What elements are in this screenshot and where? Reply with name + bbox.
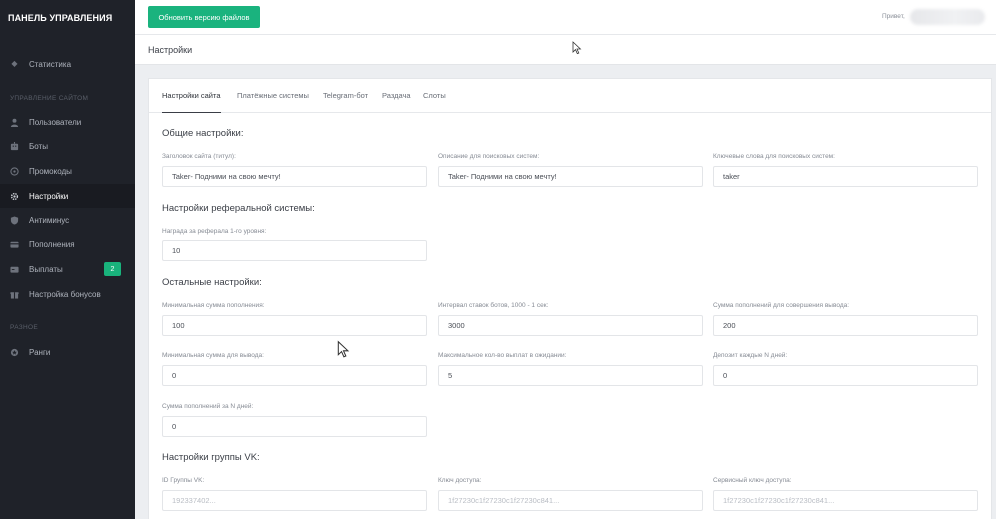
sidebar-item-bonus-settings[interactable]: Настройка бонусов: [0, 282, 135, 306]
settings-icon: [10, 192, 19, 201]
sidebar-item-statistics[interactable]: ◆ Статистика: [0, 52, 135, 76]
sidebar-section-site: УПРАВЛЕНИЕ САЙТОМ: [10, 95, 89, 102]
min-withdraw-input[interactable]: [162, 365, 427, 386]
min-deposit-label: Минимальная сумма пополнения:: [162, 302, 265, 309]
vk-access-key-input[interactable]: [438, 490, 703, 511]
vk-group-id-label: ID Группы VK:: [162, 477, 205, 484]
promo-icon: [10, 166, 19, 176]
vk-service-key-label: Сервисный ключ доступа:: [713, 477, 792, 484]
update-files-button[interactable]: Обновить версию файлов: [148, 6, 260, 28]
sidebar-item-label: Пополнения: [29, 239, 75, 249]
vk-service-key-input[interactable]: [713, 490, 978, 511]
max-pending-input[interactable]: [438, 365, 703, 386]
settings-card: Настройки сайта Платёжные системы Telegr…: [148, 78, 992, 519]
sidebar-item-label: Настройки: [29, 191, 69, 201]
sidebar: ПАНЕЛЬ УПРАВЛЕНИЯ ◆ Статистика УПРАВЛЕНИ…: [0, 0, 135, 519]
greeting-text: Привет,: [882, 13, 905, 20]
settings-tabs: Настройки сайта Платёжные системы Telegr…: [149, 79, 991, 113]
seo-keywords-input[interactable]: [713, 166, 978, 187]
deposit-sum-for-withdraw-input[interactable]: [713, 315, 978, 336]
section-general-title: Общие настройки:: [162, 128, 244, 139]
vk-access-key-label: Ключ доступа:: [438, 477, 482, 484]
sidebar-item-deposits[interactable]: Пополнения: [0, 232, 135, 256]
bot-interval-input[interactable]: [438, 315, 703, 336]
sidebar-section-misc: РАЗНОЕ: [10, 324, 38, 331]
rank-icon: [10, 348, 19, 357]
sidebar-item-label: Настройка бонусов: [29, 289, 101, 299]
tab-telegram-bot[interactable]: Telegram-бот: [323, 91, 368, 100]
sidebar-item-label: Выплаты: [29, 264, 63, 274]
sidebar-item-label: Пользователи: [29, 117, 82, 127]
max-pending-label: Максимальное кол-во выплат в ожидании:: [438, 352, 567, 359]
payouts-count-badge: 2: [104, 262, 121, 276]
ref-reward-input[interactable]: [162, 240, 427, 261]
user-icon: [10, 118, 19, 127]
mouse-cursor-icon: [572, 41, 582, 55]
site-title-label: Заголовок сайта (титул):: [162, 153, 236, 160]
sidebar-item-label: Боты: [29, 141, 48, 151]
sidebar-item-label: Промокоды: [29, 166, 72, 176]
sidebar-item-antiminus[interactable]: Антиминус: [0, 208, 135, 232]
tab-payment-systems[interactable]: Платёжные системы: [237, 91, 309, 100]
gift-icon: [10, 290, 19, 299]
page-header: Настройки: [135, 35, 996, 65]
bot-icon: [10, 141, 19, 151]
bot-interval-label: Интервал ставок ботов, 1000 - 1 сек:: [438, 302, 549, 309]
section-referral-title: Настройки реферальной системы:: [162, 203, 315, 214]
sidebar-item-label: Статистика: [29, 59, 72, 69]
sidebar-item-label: Антиминус: [29, 215, 70, 225]
seo-description-label: Описание для поисковых систем:: [438, 153, 540, 160]
deposit-every-n-days-label: Депозит каждые N дней:: [713, 352, 788, 359]
tab-slots[interactable]: Слоты: [423, 91, 446, 100]
deposit-sum-n-days-input[interactable]: [162, 416, 427, 437]
deposit-sum-for-withdraw-label: Сумма пополнений для совершения вывода:: [713, 302, 850, 309]
vk-group-id-input[interactable]: [162, 490, 427, 511]
deposit-every-n-days-input[interactable]: [713, 365, 978, 386]
card-icon: [10, 240, 19, 249]
seo-description-input[interactable]: [438, 166, 703, 187]
seo-keywords-label: Ключевые слова для поисковых систем:: [713, 153, 835, 160]
diamond-icon: ◆: [11, 59, 18, 68]
payout-icon: [10, 265, 19, 274]
tab-giveaway[interactable]: Раздача: [382, 91, 411, 100]
sidebar-item-payouts[interactable]: Выплаты 2: [0, 257, 135, 281]
min-withdraw-label: Минимальная сумма для вывода:: [162, 352, 264, 359]
sidebar-item-bots[interactable]: Боты: [0, 134, 135, 158]
sidebar-item-users[interactable]: Пользователи: [0, 110, 135, 134]
user-name-blurred[interactable]: [910, 9, 985, 25]
sidebar-item-label: Ранги: [29, 347, 51, 357]
ref-reward-label: Награда за реферала 1-го уровня:: [162, 228, 267, 235]
brand-title: ПАНЕЛЬ УПРАВЛЕНИЯ: [8, 13, 113, 23]
top-bar: Обновить версию файлов Привет,: [135, 0, 996, 35]
sidebar-item-settings[interactable]: Настройки: [0, 184, 135, 208]
page-title: Настройки: [148, 45, 193, 55]
deposit-sum-n-days-label: Сумма пополнений за N дней:: [162, 403, 254, 410]
site-title-input[interactable]: [162, 166, 427, 187]
shield-icon: [10, 215, 19, 225]
section-other-title: Остальные настройки:: [162, 277, 262, 288]
sidebar-item-ranks[interactable]: Ранги: [0, 340, 135, 364]
tab-site-settings[interactable]: Настройки сайта: [162, 91, 221, 113]
section-vk-title: Настройки группы VK:: [162, 452, 260, 463]
min-deposit-input[interactable]: [162, 315, 427, 336]
mouse-pointer-icon: [337, 340, 350, 358]
sidebar-item-promocodes[interactable]: Промокоды: [0, 159, 135, 183]
